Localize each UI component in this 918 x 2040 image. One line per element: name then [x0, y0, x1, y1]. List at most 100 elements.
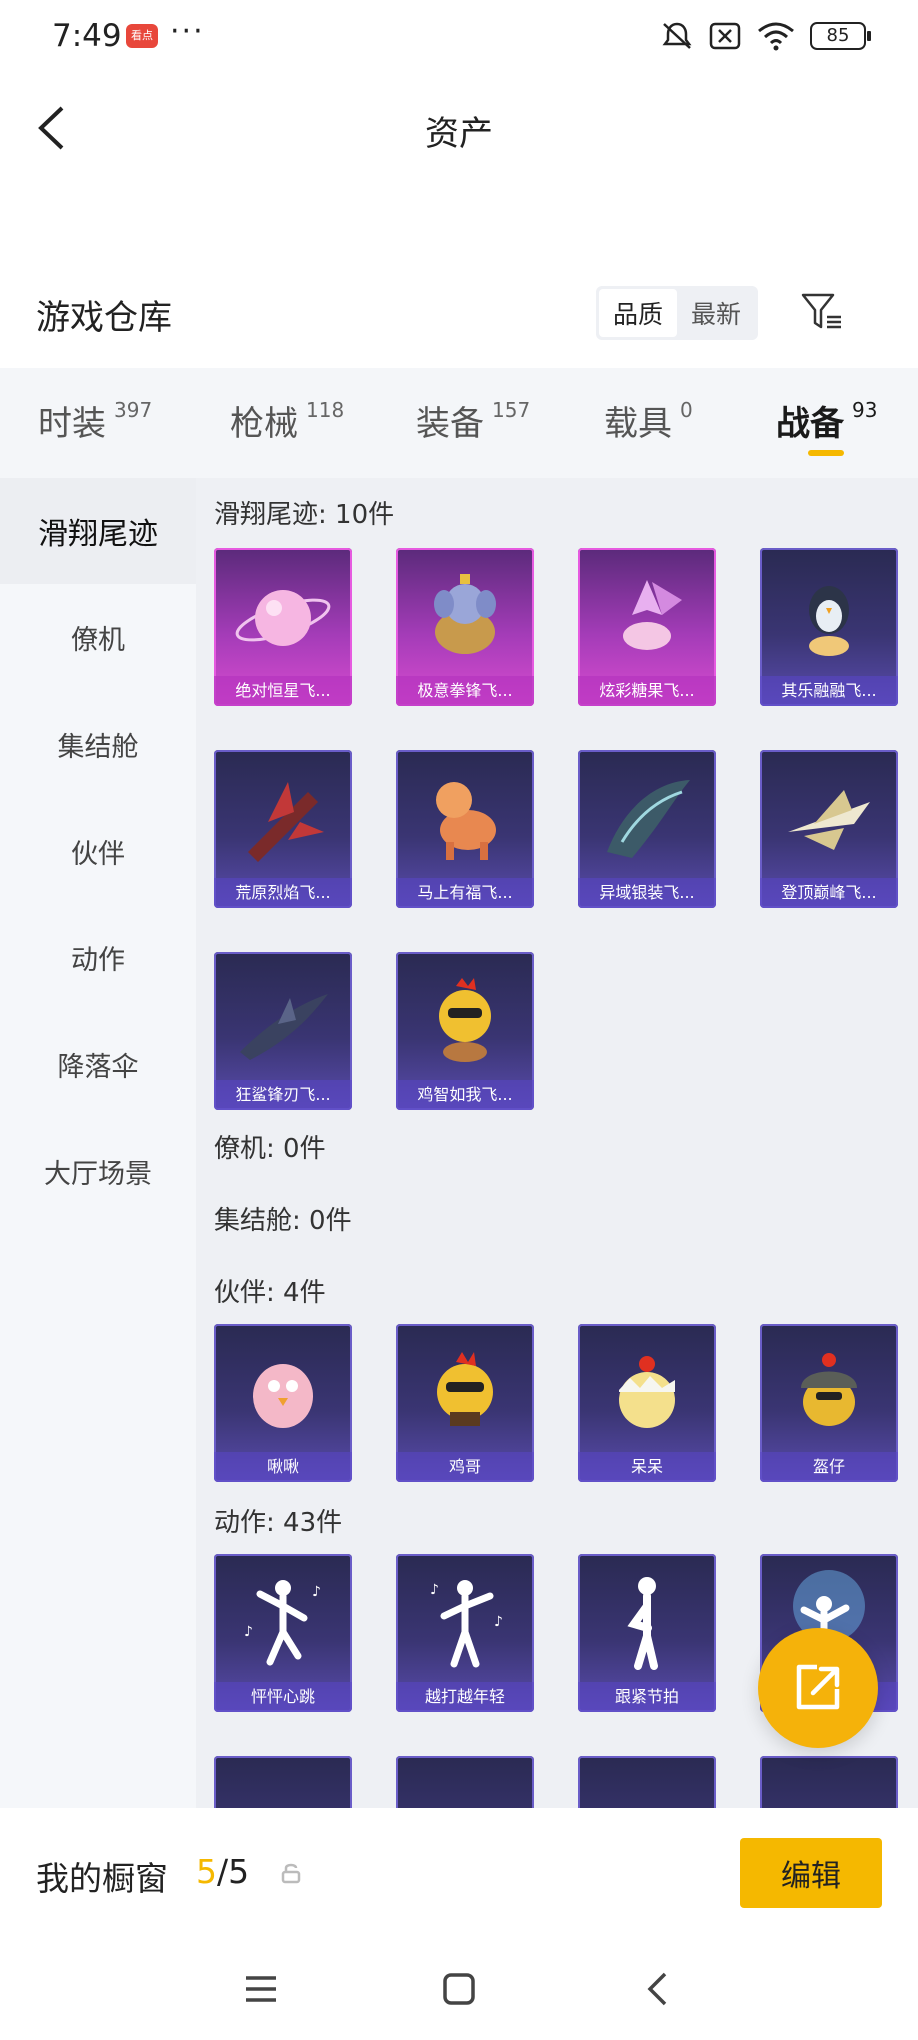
section-title-rally: 集结舱: 0件 — [214, 1206, 352, 1236]
tab-label: 枪械 — [230, 404, 298, 444]
item-card[interactable] — [214, 1756, 352, 1808]
tab-label: 战备 — [776, 404, 844, 444]
filter-button[interactable] — [796, 284, 848, 340]
sidebar-item-rally-pod[interactable]: 集结舱 — [0, 691, 196, 797]
status-icons: 85 — [660, 20, 871, 52]
tab-count: 397 — [114, 398, 153, 422]
item-card[interactable]: 炫彩糖果飞... — [578, 548, 716, 706]
svg-text:♪: ♪ — [494, 1614, 503, 1630]
category-tabs: 时装 397 枪械 118 装备 157 载具 0 战备 93 — [0, 368, 918, 478]
tab-equipment[interactable]: 装备 157 — [416, 396, 530, 445]
item-card[interactable]: 狂鲨锋刃飞... — [214, 952, 352, 1110]
tab-combat-gear[interactable]: 战备 93 — [776, 396, 877, 445]
section-title-wingman: 僚机: 0件 — [214, 1134, 326, 1164]
home-nav-button[interactable] — [434, 1964, 484, 2014]
content-area: 滑翔尾迹 僚机 集结舱 伙伴 动作 降落伞 大厅场景 滑翔尾迹: 10件 绝对恒… — [0, 478, 918, 1808]
back-nav-button[interactable] — [632, 1964, 682, 2014]
warehouse-title: 游戏仓库 — [36, 298, 172, 338]
item-name: 极意拳锋飞... — [396, 676, 534, 706]
item-name: 盔仔 — [760, 1452, 898, 1482]
active-tab-indicator — [808, 450, 844, 456]
showcase-bar: 我的橱窗 5/5 编辑 — [0, 1808, 918, 1938]
item-card[interactable]: 跟紧节拍 — [578, 1554, 716, 1712]
battery-icon: 85 — [810, 22, 871, 50]
showcase-count: 5/5 — [196, 1852, 249, 1891]
tab-label: 装备 — [416, 404, 484, 444]
lock-icon — [281, 1863, 301, 1884]
item-card[interactable]: ♪ ♪ 越打越年轻 — [396, 1554, 534, 1712]
item-card[interactable] — [396, 1756, 534, 1808]
showcase-current: 5 — [196, 1852, 217, 1891]
menu-icon — [246, 1976, 276, 2002]
tab-label: 载具 — [604, 404, 672, 444]
item-name: 登顶巅峰飞... — [760, 878, 898, 908]
chicken-icon — [439, 978, 491, 1062]
item-name: 异域银装飞... — [578, 878, 716, 908]
edit-button[interactable]: 编辑 — [740, 1838, 882, 1908]
item-card[interactable]: 鸡智如我飞... — [396, 952, 534, 1110]
item-card[interactable]: 啾啾 — [214, 1324, 352, 1482]
status-bar: 7:49 看点 ··· 85 — [0, 0, 918, 76]
flame-glider-icon — [248, 782, 324, 862]
share-button[interactable] — [758, 1628, 878, 1748]
tab-firearms[interactable]: 枪械 118 — [230, 396, 344, 445]
item-card[interactable]: 马上有福飞... — [396, 750, 534, 908]
egg-chick-icon — [619, 1356, 675, 1428]
sort-quality-button[interactable]: 品质 — [599, 289, 677, 337]
sim-off-icon — [709, 22, 741, 50]
item-name: 狂鲨锋刃飞... — [214, 1080, 352, 1110]
item-card[interactable]: 异域银装飞... — [578, 750, 716, 908]
item-card[interactable]: 鸡哥 — [396, 1324, 534, 1482]
sidebar-item-emote[interactable]: 动作 — [0, 904, 196, 1010]
menu-nav-button[interactable] — [236, 1964, 286, 2014]
dance-pose-icon — [627, 1577, 658, 1670]
tab-vehicles[interactable]: 载具 0 — [604, 396, 693, 445]
svg-text:♪: ♪ — [312, 1584, 321, 1600]
tab-costume[interactable]: 时装 397 — [38, 396, 152, 445]
tab-count: 118 — [306, 398, 345, 422]
system-nav-bar — [0, 1938, 918, 2040]
item-card[interactable]: ♪ ♪ 怦怦心跳 — [214, 1554, 352, 1712]
wifi-icon — [758, 22, 794, 51]
item-name: 鸡哥 — [396, 1452, 534, 1482]
sidebar-item-glide-trail[interactable]: 滑翔尾迹 — [0, 478, 196, 584]
sidebar: 滑翔尾迹 僚机 集结舱 伙伴 动作 降落伞 大厅场景 — [0, 478, 196, 1808]
item-card[interactable]: 绝对恒星飞... — [214, 548, 352, 706]
item-card[interactable]: 登顶巅峰飞... — [760, 750, 898, 908]
section-title-emote: 动作: 43件 — [214, 1508, 343, 1538]
svg-text:♪: ♪ — [430, 1582, 439, 1598]
sidebar-item-lobby-scene[interactable]: 大厅场景 — [0, 1118, 196, 1224]
elephant-icon — [434, 574, 496, 654]
dance-pose-icon: ♪ ♪ — [244, 1580, 321, 1666]
tab-count: 157 — [492, 398, 531, 422]
sidebar-item-parachute[interactable]: 降落伞 — [0, 1011, 196, 1117]
section-title-glide: 滑翔尾迹: 10件 — [214, 500, 395, 530]
shark-icon — [240, 994, 328, 1060]
item-card[interactable]: 呆呆 — [578, 1324, 716, 1482]
item-name: 越打越年轻 — [396, 1682, 534, 1712]
item-card[interactable]: 荒原烈焰飞... — [214, 750, 352, 908]
item-card[interactable] — [760, 1756, 898, 1808]
helmet-chick-icon — [801, 1353, 857, 1426]
jet-icon — [788, 790, 870, 850]
warehouse-bar: 游戏仓库 品质 最新 — [0, 256, 918, 368]
tab-label: 时装 — [38, 404, 106, 444]
item-name: 绝对恒星飞... — [214, 676, 352, 706]
sort-newest-button[interactable]: 最新 — [677, 289, 755, 337]
sidebar-item-companion[interactable]: 伙伴 — [0, 798, 196, 904]
item-card[interactable]: 其乐融融飞... — [760, 548, 898, 706]
app-badge-icon: 看点 — [126, 24, 158, 48]
sidebar-item-wingman[interactable]: 僚机 — [0, 584, 196, 690]
item-name: 荒原烈焰飞... — [214, 878, 352, 908]
item-card[interactable]: 盔仔 — [760, 1324, 898, 1482]
item-name: 其乐融融飞... — [760, 676, 898, 706]
item-name: 跟紧节拍 — [578, 1682, 716, 1712]
page-title: 资产 — [425, 114, 493, 154]
item-card[interactable]: 极意拳锋飞... — [396, 548, 534, 706]
sort-toggle: 品质 最新 — [596, 286, 758, 340]
horse-icon — [436, 782, 496, 860]
tab-count: 0 — [680, 398, 693, 422]
item-name: 啾啾 — [214, 1452, 352, 1482]
item-card[interactable] — [578, 1756, 716, 1808]
item-name: 怦怦心跳 — [214, 1682, 352, 1712]
